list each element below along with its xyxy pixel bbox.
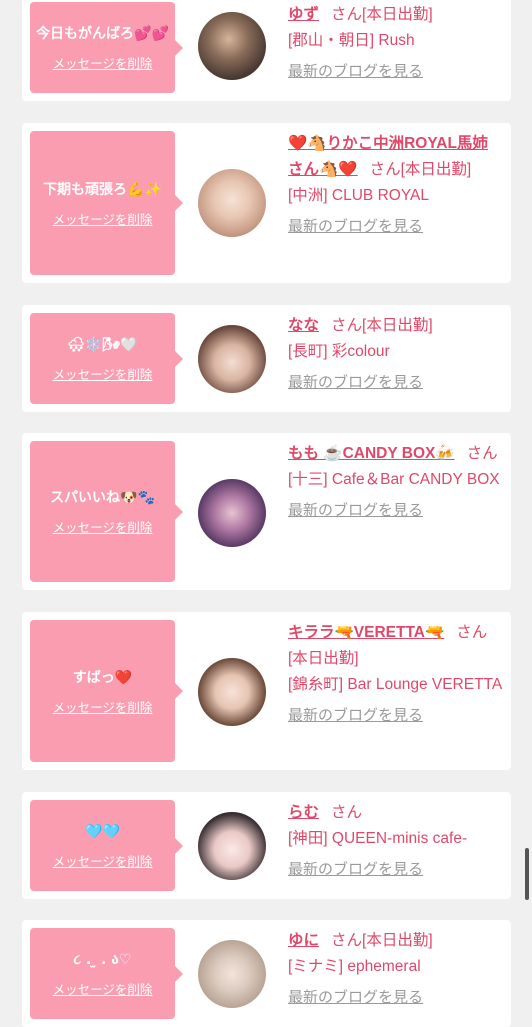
cast-name-link[interactable]: キララ🔫VERETTA🔫	[288, 624, 444, 641]
latest-blog-link[interactable]: 最新のブログを見る	[288, 214, 503, 240]
status-label: [本日出勤]	[362, 6, 433, 23]
shop-name: [ミナミ] ephemeral	[288, 958, 421, 975]
cast-name-link[interactable]: もも ☕CANDY BOX🍻	[288, 445, 455, 462]
status-label: [本日出勤]	[288, 650, 359, 667]
message-text: スパいいね🐶🐾	[50, 490, 155, 506]
cast-info: ❤️🐴りかこ中洲ROYAL馬姉さん🐴❤️ さん[本日出勤] [中洲] CLUB R…	[288, 131, 503, 240]
honorific: さん	[331, 804, 363, 821]
avatar[interactable]	[198, 812, 266, 880]
message-bubble: スパいいね🐶🐾 メッセージを削除	[30, 441, 183, 582]
delete-message-link[interactable]: メッセージを削除	[53, 979, 153, 998]
message-text: 🩵🩵	[85, 824, 120, 840]
message-text: 下期も頑張ろ💪✨	[43, 181, 162, 198]
delete-message-link[interactable]: メッセージを削除	[53, 209, 153, 228]
honorific: さん	[466, 445, 498, 462]
avatar[interactable]	[198, 325, 266, 393]
latest-blog-link[interactable]: 最新のブログを見る	[288, 703, 503, 729]
delete-message-link[interactable]: メッセージを削除	[53, 851, 153, 870]
latest-blog-link[interactable]: 最新のブログを見る	[288, 59, 503, 85]
cast-info: ゆず さん[本日出勤] [郡山・朝日] Rush 最新のブログを見る	[288, 2, 503, 85]
message-bubble: 🩵🩵 メッセージを削除	[30, 800, 183, 891]
shop-name: [中洲] CLUB ROYAL	[288, 187, 429, 204]
cast-name-link[interactable]: ゆず	[288, 6, 319, 23]
cast-info: らむ さん [神田] QUEEN-minis cafe- 最新のブログを見る	[288, 800, 503, 883]
shop-name: [神田] QUEEN-minis cafe-	[288, 830, 468, 847]
avatar[interactable]	[198, 940, 266, 1008]
message-text: すばっ❤️	[72, 669, 133, 686]
honorific: さん	[331, 317, 363, 334]
message-bubble: 下期も頑張ろ💪✨ メッセージを削除	[30, 131, 183, 275]
message-card: 下期も頑張ろ💪✨ メッセージを削除 ❤️🐴りかこ中洲ROYAL馬姉さん🐴❤️ さん…	[22, 123, 511, 283]
honorific: さん	[331, 932, 363, 949]
delete-message-link[interactable]: メッセージを削除	[53, 53, 153, 72]
message-card: スパいいね🐶🐾 メッセージを削除 もも ☕CANDY BOX🍻 さん [十三] C…	[22, 433, 511, 590]
cast-info: キララ🔫VERETTA🔫 さん [本日出勤] [錦糸町] Bar Lounge VE…	[288, 620, 503, 729]
message-card: ૮ . ̫ . ა♡ メッセージを削除 ゆに さん[本日出勤] [ミナミ] eph…	[22, 920, 511, 1027]
message-card: すばっ❤️ メッセージを削除 キララ🔫VERETTA🔫 さん [本日出勤] [錦糸町…	[22, 612, 511, 770]
status-label: [本日出勤]	[400, 161, 472, 178]
delete-message-link[interactable]: メッセージを削除	[53, 697, 153, 716]
avatar[interactable]	[198, 479, 266, 547]
latest-blog-link[interactable]: 最新のブログを見る	[288, 857, 503, 883]
cast-info: もも ☕CANDY BOX🍻 さん [十三] Cafe＆Bar CANDY BOX…	[288, 441, 503, 524]
shop-name: [長町] 彩colour	[288, 343, 390, 360]
cast-info: なな さん[本日出勤] [長町] 彩colour 最新のブログを見る	[288, 313, 503, 396]
shop-name: [十三] Cafe＆Bar CANDY BOX	[288, 471, 500, 488]
message-bubble: 🌨❄️🌬🤍 メッセージを削除	[30, 313, 183, 404]
delete-message-link[interactable]: メッセージを削除	[53, 364, 153, 383]
message-text: 今日もがんばろ💕💕	[36, 26, 169, 42]
latest-blog-link[interactable]: 最新のブログを見る	[288, 498, 503, 524]
cast-name-link[interactable]: ゆに	[288, 932, 319, 949]
avatar[interactable]	[198, 12, 266, 80]
message-card: 🌨❄️🌬🤍 メッセージを削除 なな さん[本日出勤] [長町] 彩colour 最…	[22, 305, 511, 412]
shop-name: [錦糸町] Bar Lounge VERETTA	[288, 676, 503, 693]
honorific: さん	[456, 624, 488, 641]
status-label: [本日出勤]	[362, 932, 433, 949]
shop-name: [郡山・朝日] Rush	[288, 32, 415, 49]
avatar[interactable]	[198, 658, 266, 726]
status-label: [本日出勤]	[362, 317, 433, 334]
message-bubble: すばっ❤️ メッセージを削除	[30, 620, 183, 762]
avatar[interactable]	[198, 169, 266, 237]
honorific: さん	[331, 6, 363, 23]
honorific: さん	[369, 161, 401, 178]
scrollbar[interactable]	[525, 848, 529, 900]
delete-message-link[interactable]: メッセージを削除	[53, 517, 153, 536]
message-text: ૮ . ̫ . ა♡	[73, 952, 132, 968]
cast-name-link[interactable]: なな	[288, 317, 319, 334]
message-text: 🌨❄️🌬🤍	[67, 337, 138, 353]
message-bubble: ૮ . ̫ . ა♡ メッセージを削除	[30, 928, 183, 1019]
message-card: 🩵🩵 メッセージを削除 らむ さん [神田] QUEEN-minis cafe- …	[22, 792, 511, 899]
message-bubble: 今日もがんばろ💕💕 メッセージを削除	[30, 2, 183, 93]
latest-blog-link[interactable]: 最新のブログを見る	[288, 985, 503, 1011]
message-card: 今日もがんばろ💕💕 メッセージを削除 ゆず さん[本日出勤] [郡山・朝日] Ru…	[22, 0, 511, 101]
latest-blog-link[interactable]: 最新のブログを見る	[288, 370, 503, 396]
cast-name-link[interactable]: らむ	[288, 804, 319, 821]
